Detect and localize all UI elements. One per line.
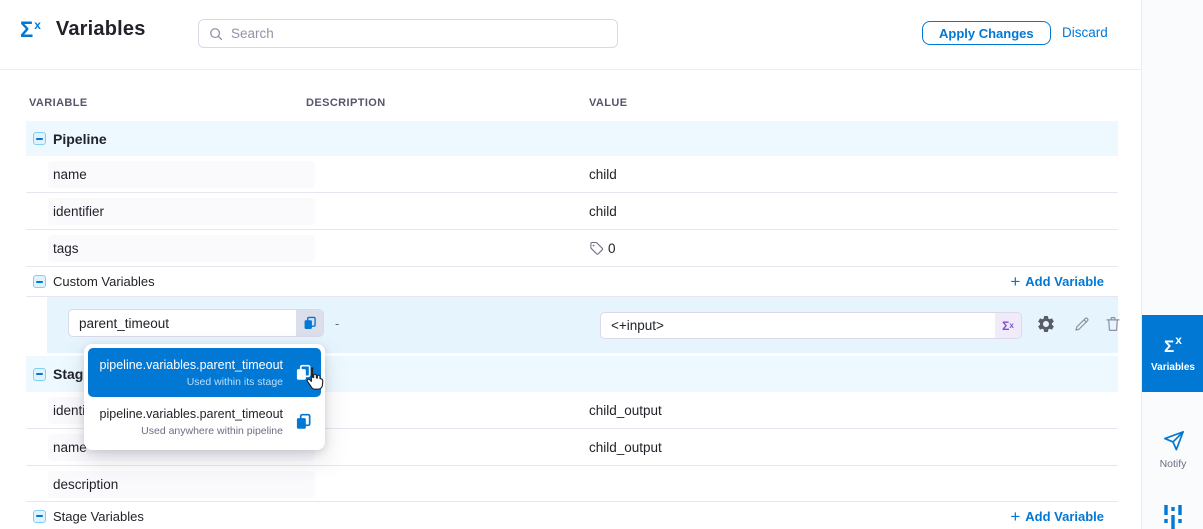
copy-icon[interactable] [295,413,312,435]
column-header-value: VALUE [589,97,627,109]
variable-name: tags [53,241,79,256]
rail-tab-label: Variables [1151,362,1195,373]
gear-icon [1036,314,1056,334]
variable-name: identifier [53,204,104,219]
popup-item-stage-scope[interactable]: pipeline.variables.parent_timeout Used w… [88,348,321,397]
mouse-cursor-pointer [303,365,326,396]
rail-tab-label: Notify [1160,458,1187,470]
page-title: Variables [56,18,146,41]
group-label: Stage Variables [53,509,144,524]
sliders-icon [1160,503,1186,529]
paper-plane-icon [1162,429,1185,452]
table-row-tags: tags 0 [26,230,1118,267]
tags-count: 0 [608,241,616,256]
collapse-minus-icon[interactable] [33,368,46,381]
app-header: Σx Variables Apply Changes Discard [0,0,1141,70]
edit-variable-button[interactable] [1073,315,1093,335]
expression-type-button[interactable]: Σx [995,313,1021,338]
column-header-description: DESCRIPTION [306,97,386,109]
section-label: Pipeline [53,131,107,147]
variable-name-input[interactable] [69,310,296,336]
variables-table: VARIABLE DESCRIPTION VALUE Pipeline name… [0,70,1141,529]
expression-copy-popup: pipeline.variables.parent_timeout Used w… [84,344,325,450]
collapse-minus-icon[interactable] [33,275,46,288]
section-row-pipeline[interactable]: Pipeline [26,121,1118,156]
plus-icon: + [1010,508,1020,525]
variables-sigma-icon: Σx [1164,334,1182,355]
variable-value: child [589,167,617,182]
right-rail: Σx Variables Notify [1141,0,1203,529]
group-row-custom-variables: Custom Variables + Add Variable [26,267,1118,297]
variable-name: name [53,167,87,182]
trash-icon [1104,315,1122,333]
expression-scope: Used within its stage [187,376,283,388]
column-header-variable: VARIABLE [29,97,88,109]
variable-value-field[interactable]: Σx [600,312,1022,339]
tag-icon [589,241,604,256]
rail-tab-notify[interactable]: Notify [1142,420,1203,478]
description-dash: - [335,316,339,331]
table-row-name: name child [26,156,1118,193]
popup-item-pipeline-scope[interactable]: pipeline.variables.parent_timeout Used a… [88,397,321,446]
rail-tab-variables[interactable]: Σx Variables [1142,315,1203,392]
row-skeleton [48,235,315,262]
expression-scope: Used anywhere within pipeline [141,425,283,437]
variable-name: name [53,440,87,455]
add-variable-button[interactable]: + Add Variable [1010,273,1104,290]
variable-value: child [589,204,617,219]
discard-button[interactable]: Discard [1062,25,1108,40]
variable-name-field[interactable] [68,309,324,337]
rail-tab-flow-control[interactable] [1142,503,1203,529]
add-variable-button[interactable]: + Add Variable [1010,508,1104,525]
copy-expression-button[interactable] [296,310,323,336]
search-box[interactable] [198,19,618,48]
group-label: Custom Variables [53,274,155,289]
table-row-description: description [26,466,1118,502]
plus-icon: + [1010,273,1020,290]
expression-text: pipeline.variables.parent_timeout [100,358,283,372]
group-row-stage-variables: Stage Variables + Add Variable [26,502,1118,529]
variables-sigma-icon: Σx [20,19,41,41]
brand: Σx Variables [20,18,146,41]
row-skeleton [48,161,315,188]
delete-variable-button[interactable] [1104,315,1124,335]
variable-value-input[interactable] [601,313,995,338]
settings-gear-button[interactable] [1036,314,1056,334]
pencil-icon [1073,315,1091,333]
expression-text: pipeline.variables.parent_timeout [100,407,283,421]
table-row-identifier: identifier child [26,193,1118,230]
variable-value: child_output [589,440,662,455]
variable-name: description [53,477,118,492]
apply-changes-button[interactable]: Apply Changes [922,21,1051,45]
copy-icon [303,316,317,330]
tags-value: 0 [589,241,616,256]
variable-value: child_output [589,403,662,418]
search-icon [209,27,223,41]
search-input[interactable] [231,26,607,41]
collapse-minus-icon[interactable] [33,132,46,145]
collapse-minus-icon[interactable] [33,510,46,523]
